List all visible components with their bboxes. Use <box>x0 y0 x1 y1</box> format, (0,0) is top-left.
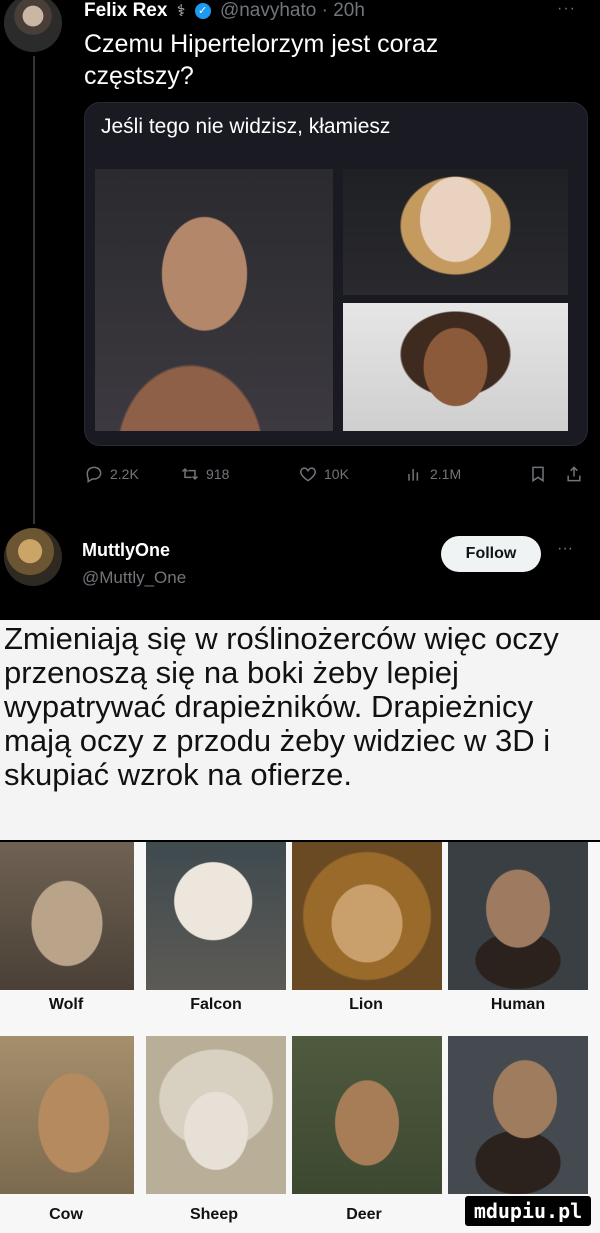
views-button[interactable]: 2.1M <box>404 464 461 484</box>
retweet-button[interactable]: 918 <box>180 464 229 484</box>
muttlyone-avatar[interactable] <box>4 528 62 586</box>
tweet-action-bar: 2.2K 918 10K 2.1M <box>84 462 584 486</box>
portrait-photo-top-right[interactable] <box>343 169 568 295</box>
animal-comparison-grid: Wolf Falcon Lion Human Cow Sheep Deer <box>0 842 600 1233</box>
like-count: 10K <box>324 466 349 482</box>
label-human: Human <box>490 996 546 1013</box>
reply-more-options-icon[interactable]: ··· <box>557 540 573 558</box>
label-sheep: Sheep <box>189 1206 238 1223</box>
wolf-photo <box>0 842 134 990</box>
like-button[interactable]: 10K <box>298 464 349 484</box>
retweet-icon <box>181 467 199 481</box>
retweet-count: 918 <box>206 466 230 482</box>
view-count: 2.1M <box>430 466 462 482</box>
tweet-text: Czemu Hipertelorzym jest coraz częstszy? <box>84 30 439 90</box>
portrait-photo-left[interactable] <box>95 169 333 431</box>
deer-photo <box>292 1036 442 1194</box>
reply-count: 2.2K <box>110 466 139 482</box>
more-options-icon[interactable]: ··· <box>557 0 576 18</box>
cow-photo <box>0 1036 134 1194</box>
portrait-photo-bottom-right[interactable] <box>343 303 568 431</box>
reply-icon <box>86 466 102 483</box>
caduceus-icon: ⚕ <box>176 3 186 20</box>
quote-text: Jeśli tego nie widzisz, kłamiesz <box>101 115 391 138</box>
lion-photo <box>292 842 442 990</box>
human-photo-altered <box>448 1036 588 1194</box>
tweet-time[interactable]: 20h <box>333 0 365 21</box>
bookmark-icon <box>532 466 544 483</box>
felix-rex-avatar[interactable] <box>4 0 62 52</box>
author-handle[interactable]: @navyhato <box>220 0 316 21</box>
caption-panel: Zmieniają się w roślinożerców więc oczy … <box>0 620 600 840</box>
site-watermark: mdupiu.pl <box>465 1196 591 1226</box>
reply-author-handle[interactable]: @Muttly_One <box>82 568 186 588</box>
like-icon <box>299 467 317 482</box>
author-name[interactable]: Felix Rex <box>84 0 167 21</box>
views-icon <box>408 469 419 481</box>
sheep-photo <box>146 1036 286 1194</box>
reply-button[interactable]: 2.2K <box>84 464 139 484</box>
verified-badge-icon: ✓ <box>194 2 211 19</box>
label-lion: Lion <box>349 996 383 1013</box>
thread-line <box>33 56 35 524</box>
tweet-header: Felix Rex ⚕ ✓ @navyhato · 20h <box>84 0 365 22</box>
reply-author-name[interactable]: MuttlyOne <box>82 540 170 561</box>
falcon-photo <box>146 842 286 990</box>
share-icon <box>567 466 581 482</box>
caption-text: Zmieniają się w roślinożerców więc oczy … <box>4 621 559 792</box>
human-photo <box>448 842 588 990</box>
label-deer: Deer <box>346 1206 382 1223</box>
label-cow: Cow <box>49 1206 83 1223</box>
label-wolf: Wolf <box>48 996 84 1013</box>
bookmark-button[interactable] <box>528 464 548 484</box>
share-button[interactable] <box>564 464 584 484</box>
quote-card[interactable]: Jeśli tego nie widzisz, kłamiesz <box>84 102 588 446</box>
separator: · <box>321 0 328 21</box>
follow-button[interactable]: Follow <box>441 536 541 572</box>
label-falcon: Falcon <box>190 996 242 1013</box>
